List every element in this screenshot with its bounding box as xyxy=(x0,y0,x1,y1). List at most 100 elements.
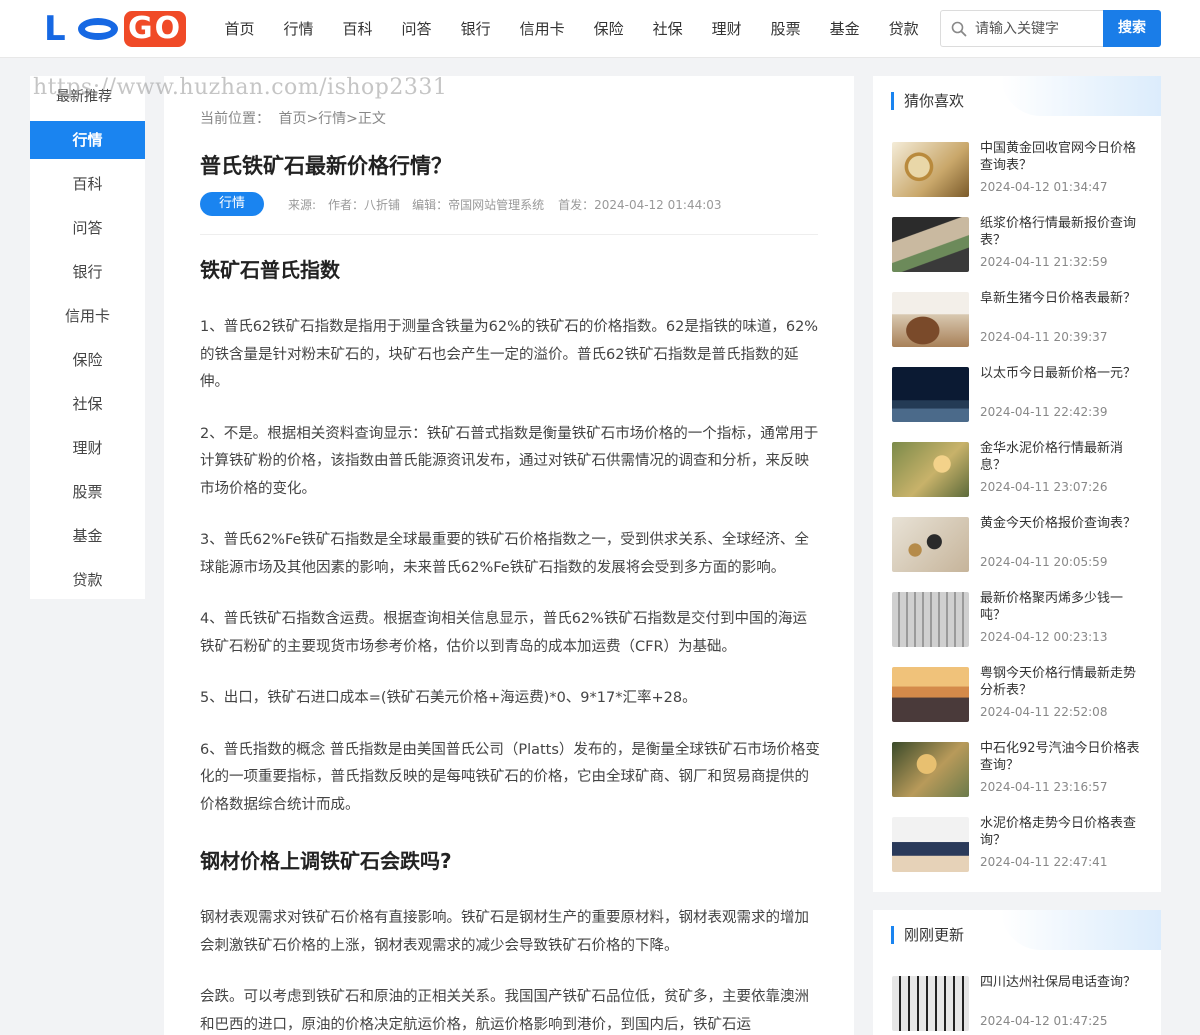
left-sidebar: 最新推荐 行情 百科 问答 银行 信用卡 保险 社保 理财 股票 基金 贷款 xyxy=(30,76,145,599)
list-item[interactable]: 粤钢今天价格行情最新走势分析表？ 2024-04-11 22:52:08 xyxy=(892,665,1144,742)
thumbnail-image[interactable] xyxy=(892,367,969,422)
thumbnail-image[interactable] xyxy=(892,667,969,722)
search-box: 搜索 xyxy=(940,10,1161,47)
search-button[interactable]: 搜索 xyxy=(1103,10,1161,47)
thumbnail-image[interactable] xyxy=(892,517,969,572)
nav-item[interactable]: 行情 xyxy=(269,0,328,58)
thumbnail-image[interactable] xyxy=(892,817,969,872)
item-date: 2024-04-11 22:42:39 xyxy=(980,405,1108,419)
thumbnail-image[interactable] xyxy=(892,142,969,197)
list-item[interactable]: 金华水泥价格行情最新消息？ 2024-04-11 23:07:26 xyxy=(892,440,1144,517)
sidebar-item[interactable]: 贷款 xyxy=(30,561,145,605)
sidebar-title: 最新推荐 xyxy=(56,89,112,105)
meta-published: 首发：2024-04-12 01:44:03 xyxy=(558,197,722,212)
item-title[interactable]: 中石化92号汽油今日价格表查询？ xyxy=(980,740,1144,774)
breadcrumb-path[interactable]: 首页>行情>正文 xyxy=(278,111,385,127)
sidebar-item[interactable]: 股票 xyxy=(30,473,145,517)
meta-source: 来源: xyxy=(288,197,317,212)
list-item[interactable]: 水泥价格走势今日价格表查询？ 2024-04-11 22:47:41 xyxy=(892,815,1144,892)
list-item[interactable]: 中石化92号汽油今日价格表查询？ 2024-04-11 23:16:57 xyxy=(892,740,1144,817)
nav-item[interactable]: 社保 xyxy=(638,0,697,58)
search-input[interactable] xyxy=(975,15,1099,43)
thumbnail-image[interactable] xyxy=(892,442,969,497)
paragraph: 1、普氏62铁矿石指数是指用于测量含铁量为62%的铁矿石的价格指数。62是指铁的… xyxy=(200,319,819,390)
top-header: L GO 首页行情百科问答银行信用卡保险社保理财股票基金贷款 搜索 xyxy=(0,0,1200,58)
article-title: 普氏铁矿石最新价格行情？ xyxy=(200,154,452,178)
item-title[interactable]: 黄金今天价格报价查询表？ xyxy=(980,515,1144,532)
item-date: 2024-04-11 22:52:08 xyxy=(980,705,1108,719)
list-item[interactable]: 四川达州社保局电话查询？ 2024-04-12 01:47:25 xyxy=(892,974,1144,1035)
list-item[interactable]: 纸浆价格行情最新报价查询表？ 2024-04-11 21:32:59 xyxy=(892,215,1144,292)
guess-you-like-panel: 猜你喜欢 中国黄金回收官网今日价格查询表？ 2024-04-12 01:34:47… xyxy=(873,76,1161,892)
nav-item[interactable]: 基金 xyxy=(815,0,874,58)
list-item[interactable]: 中国黄金回收官网今日价格查询表？ 2024-04-12 01:34:47 xyxy=(892,140,1144,217)
paragraph: 会跌。可以考虑到铁矿石和原油的正相关关系。我国国产铁矿石品位低，贫矿多，主要依靠… xyxy=(200,989,809,1033)
thumbnail-image[interactable] xyxy=(892,592,969,647)
paragraph: 6、普氏指数的概念 普氏指数是由美国普氏公司（Platts）发布的，是衡量全球铁… xyxy=(200,741,820,813)
sidebar-item[interactable]: 问答 xyxy=(30,209,145,253)
item-date: 2024-04-11 23:16:57 xyxy=(980,780,1108,794)
item-title[interactable]: 以太币今日最新价格一元？ xyxy=(980,365,1144,382)
item-date: 2024-04-12 00:23:13 xyxy=(980,630,1108,644)
search-icon xyxy=(951,21,967,37)
item-title[interactable]: 四川达州社保局电话查询？ xyxy=(980,974,1144,991)
section-heading: 钢材价格上调铁矿石会跌吗? xyxy=(200,849,452,873)
nav-item[interactable]: 股票 xyxy=(756,0,815,58)
thumbnail-image[interactable] xyxy=(892,976,969,1031)
nav-item[interactable]: 信用卡 xyxy=(505,0,579,58)
list-item[interactable]: 以太币今日最新价格一元？ 2024-04-11 22:42:39 xyxy=(892,365,1144,442)
sidebar-item[interactable]: 信用卡 xyxy=(30,297,145,341)
sidebar-item[interactable]: 基金 xyxy=(30,517,145,561)
article-body: 铁矿石普氏指数 1、普氏62铁矿石指数是指用于测量含铁量为62%的铁矿石的价格指数… xyxy=(200,252,820,1035)
paragraph: 5、出口，铁矿石进口成本=(铁矿石美元价格+海运费)*0、9*17*汇率+28。 xyxy=(200,690,697,706)
thumbnail-image[interactable] xyxy=(892,742,969,797)
item-title[interactable]: 粤钢今天价格行情最新走势分析表？ xyxy=(980,665,1144,699)
category-tag[interactable]: 行情 xyxy=(200,192,264,216)
item-date: 2024-04-11 23:07:26 xyxy=(980,480,1108,494)
sidebar-item[interactable]: 行情 xyxy=(30,121,145,159)
divider xyxy=(200,234,818,235)
item-title[interactable]: 中国黄金回收官网今日价格查询表？ xyxy=(980,140,1144,174)
latest-updates-panel: 刚刚更新 四川达州社保局电话查询？ 2024-04-12 01:47:25 xyxy=(873,910,1161,1035)
sidebar-item[interactable]: 理财 xyxy=(30,429,145,473)
nav-item[interactable]: 百科 xyxy=(328,0,387,58)
sidebar-item[interactable]: 银行 xyxy=(30,253,145,297)
guess-list: 中国黄金回收官网今日价格查询表？ 2024-04-12 01:34:47 纸浆价格行… xyxy=(892,140,1144,892)
list-item[interactable]: 黄金今天价格报价查询表？ 2024-04-11 20:05:59 xyxy=(892,515,1144,592)
sidebar-item[interactable]: 社保 xyxy=(30,385,145,429)
item-date: 2024-04-11 20:05:59 xyxy=(980,555,1108,569)
item-date: 2024-04-11 21:32:59 xyxy=(980,255,1108,269)
item-title[interactable]: 水泥价格走势今日价格表查询？ xyxy=(980,815,1144,849)
article-panel: 当前位置： 首页>行情>正文 普氏铁矿石最新价格行情？ 行情 来源: 作者：八折… xyxy=(164,76,854,1035)
sidebar-item[interactable]: 百科 xyxy=(30,165,145,209)
paragraph: 4、普氏铁矿石指数含运费。根据查询相关信息显示，普氏62%铁矿石指数是交付到中国… xyxy=(200,611,807,655)
panel-title: 刚刚更新 xyxy=(891,926,964,944)
item-title[interactable]: 阜新生猪今日价格表最新？ xyxy=(980,290,1144,307)
site-logo[interactable]: L GO xyxy=(44,11,186,47)
thumbnail-image[interactable] xyxy=(892,292,969,347)
sidebar-category-list: 行情百科 问答 银行 信用卡 保险 社保 理财 股票 基金 贷款 xyxy=(30,121,145,605)
paragraph: 钢材表观需求对铁矿石价格有直接影响。铁矿石是钢材生产的重要原材料，钢材表观需求的… xyxy=(200,910,809,954)
item-title[interactable]: 纸浆价格行情最新报价查询表？ xyxy=(980,215,1144,249)
nav-item[interactable]: 问答 xyxy=(387,0,446,58)
nav-item[interactable]: 银行 xyxy=(446,0,505,58)
meta-editor: 编辑：帝国网站管理系统 xyxy=(412,197,545,212)
item-date: 2024-04-11 20:39:37 xyxy=(980,330,1108,344)
sidebar-item[interactable]: 保险 xyxy=(30,341,145,385)
nav-item[interactable]: 首页 xyxy=(210,0,269,58)
item-title[interactable]: 最新价格聚丙烯多少钱一吨？ xyxy=(980,590,1144,624)
item-date: 2024-04-12 01:34:47 xyxy=(980,180,1108,194)
main-nav: 首页 行情 百科 问答 银行 信用卡 保险 社保 理财 股票 基金 贷款 xyxy=(210,0,933,58)
cloud-decoration xyxy=(1001,910,1161,950)
latest-list: 四川达州社保局电话查询？ 2024-04-12 01:47:25 xyxy=(892,974,1144,1035)
list-item[interactable]: 阜新生猪今日价格表最新？ 2024-04-11 20:39:37 xyxy=(892,290,1144,367)
nav-item[interactable]: 理财 xyxy=(697,0,756,58)
paragraph: 3、普氏62%Fe铁矿石指数是全球最重要的铁矿石价格指数之一，受到供求关系、全球… xyxy=(200,532,809,576)
nav-item[interactable]: 保险 xyxy=(579,0,638,58)
list-item[interactable]: 最新价格聚丙烯多少钱一吨？ 2024-04-12 00:23:13 xyxy=(892,590,1144,667)
thumbnail-image[interactable] xyxy=(892,217,969,272)
nav-item[interactable]: 贷款 xyxy=(874,0,933,58)
item-title[interactable]: 金华水泥价格行情最新消息？ xyxy=(980,440,1144,474)
breadcrumb-label: 当前位置： xyxy=(200,111,270,127)
section-heading: 铁矿石普氏指数 xyxy=(200,258,340,282)
